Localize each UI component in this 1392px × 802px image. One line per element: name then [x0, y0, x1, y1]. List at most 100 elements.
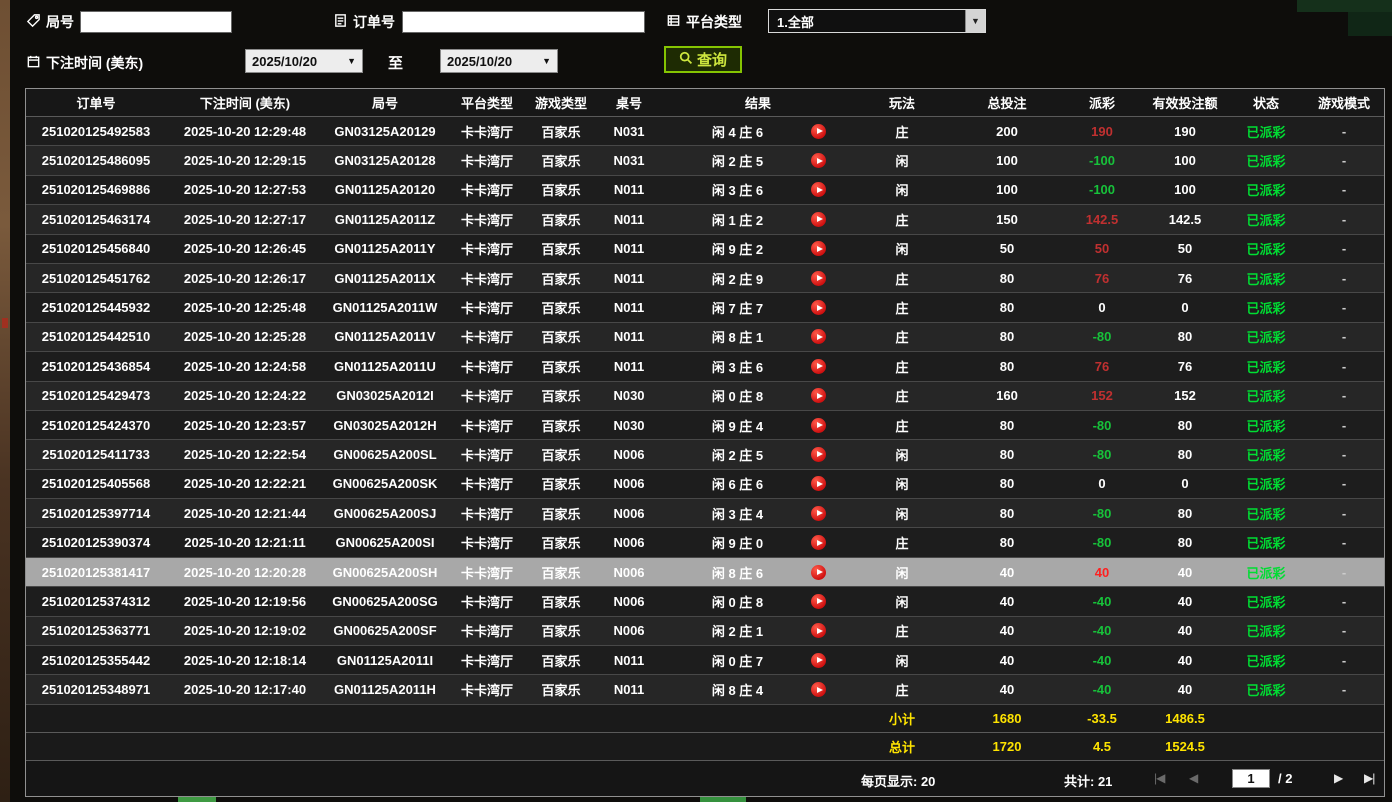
cell-total-bet: 200 — [996, 123, 1018, 139]
table-row[interactable]: 251020125390374 2025-10-20 12:21:11 GN00… — [26, 528, 1384, 558]
table-row[interactable]: 251020125411733 2025-10-20 12:22:54 GN00… — [26, 440, 1384, 470]
table-row[interactable]: 251020125348971 2025-10-20 12:17:40 GN01… — [26, 675, 1384, 705]
cell-valid-bet: 76 — [1177, 358, 1193, 374]
table-row[interactable]: 251020125436854 2025-10-20 12:24:58 GN01… — [26, 352, 1384, 382]
play-icon[interactable] — [811, 182, 826, 198]
platform-type-select[interactable]: 1.全部 ▼ — [768, 9, 986, 33]
cell-platform-type: 卡卡湾厅 — [460, 653, 513, 669]
cell-bet-time: 2025-10-20 12:22:21 — [183, 476, 307, 492]
play-icon[interactable] — [811, 388, 826, 404]
cell-payout: -80 — [1092, 446, 1112, 462]
table-row[interactable]: 251020125363771 2025-10-20 12:19:02 GN00… — [26, 616, 1384, 647]
cell-bet-time: 2025-10-20 12:26:45 — [183, 241, 307, 257]
cell-round-number: GN01125A2011U — [334, 358, 436, 374]
cell-game-mode: - — [1341, 417, 1347, 433]
play-icon[interactable] — [811, 476, 826, 492]
cell-result: 闲 6 庄 6 — [664, 474, 852, 493]
play-icon[interactable] — [811, 652, 826, 668]
cell-order-number: 251020125456840 — [41, 241, 151, 257]
play-icon[interactable] — [811, 241, 826, 257]
column-header-status: 状态 — [1252, 96, 1279, 111]
cell-status: 已派彩 — [1246, 330, 1286, 346]
play-icon[interactable] — [811, 270, 826, 286]
cell-status: 已派彩 — [1246, 477, 1286, 493]
cell-total-bet: 80 — [999, 300, 1015, 316]
table-body: 251020125492583 2025-10-20 12:29:48 GN03… — [26, 117, 1384, 705]
play-icon[interactable] — [811, 300, 826, 316]
cell-table-number: N006 — [613, 535, 645, 551]
play-icon[interactable] — [811, 417, 826, 433]
document-icon — [333, 13, 348, 31]
play-icon[interactable] — [811, 446, 826, 462]
cell-table-number: N011 — [613, 211, 645, 227]
cell-table-number: N031 — [613, 153, 645, 169]
play-icon[interactable] — [811, 535, 826, 551]
column-header-round: 局号 — [371, 96, 398, 111]
chevron-down-icon[interactable]: ▼ — [965, 10, 985, 32]
table-row[interactable]: 251020125492583 2025-10-20 12:29:48 GN03… — [26, 117, 1384, 147]
table-row[interactable]: 251020125424370 2025-10-20 12:23:57 GN03… — [26, 410, 1384, 441]
cell-payout: -80 — [1092, 329, 1112, 345]
play-icon[interactable] — [811, 593, 826, 609]
table-row[interactable]: 251020125486095 2025-10-20 12:29:15 GN03… — [26, 146, 1384, 176]
table-row[interactable]: 251020125456840 2025-10-20 12:26:45 GN01… — [26, 234, 1384, 264]
cell-round-number: GN01125A2011Y — [334, 241, 436, 257]
table-row[interactable]: 251020125429473 2025-10-20 12:24:22 GN03… — [26, 381, 1384, 411]
cell-platform-type: 卡卡湾厅 — [460, 536, 513, 552]
page-number-input[interactable] — [1232, 768, 1270, 788]
table-row[interactable]: 251020125442510 2025-10-20 12:25:28 GN01… — [26, 322, 1384, 353]
caret-down-icon: ▼ — [347, 56, 356, 66]
cell-result: 闲 0 庄 8 — [664, 592, 852, 611]
table-row[interactable]: 251020125451762 2025-10-20 12:26:17 GN01… — [26, 263, 1384, 294]
first-page-button[interactable]: |◀ — [1154, 771, 1165, 785]
table-row[interactable]: 251020125405568 2025-10-20 12:22:21 GN00… — [26, 469, 1384, 500]
play-icon[interactable] — [811, 123, 826, 139]
play-icon[interactable] — [811, 505, 826, 521]
cell-game-mode: - — [1341, 682, 1347, 698]
table-row[interactable]: 251020125355442 2025-10-20 12:18:14 GN01… — [26, 646, 1384, 676]
cell-game-type: 百家乐 — [541, 271, 581, 287]
query-button[interactable]: 查询 — [664, 46, 742, 73]
result-text: 闲 2 庄 5 — [711, 154, 764, 170]
date-from-picker[interactable]: 2025/10/20 ▼ — [245, 49, 363, 73]
cell-game-type: 百家乐 — [541, 301, 581, 317]
table-row[interactable]: 251020125374312 2025-10-20 12:19:56 GN00… — [26, 587, 1384, 617]
table-row[interactable]: 251020125469886 2025-10-20 12:27:53 GN01… — [26, 175, 1384, 206]
cell-play-type: 闲 — [895, 506, 909, 522]
cell-valid-bet: 76 — [1177, 270, 1193, 286]
result-text: 闲 2 庄 5 — [711, 447, 764, 463]
cell-game-type: 百家乐 — [541, 477, 581, 493]
cell-round-number: GN01125A20120 — [334, 182, 436, 198]
table-row[interactable]: 251020125381417 2025-10-20 12:20:28 GN00… — [26, 557, 1384, 588]
table-row[interactable]: 251020125463174 2025-10-20 12:27:17 GN01… — [26, 205, 1384, 235]
cell-round-number: GN00625A200SL — [333, 446, 437, 462]
cell-order-number: 251020125436854 — [41, 358, 151, 374]
play-icon[interactable] — [811, 153, 826, 169]
prev-page-button[interactable]: ◀ — [1189, 771, 1198, 785]
cell-bet-time: 2025-10-20 12:25:28 — [183, 329, 307, 345]
cell-game-mode: - — [1341, 652, 1347, 668]
play-icon[interactable] — [811, 329, 826, 345]
date-to-picker[interactable]: 2025/10/20 ▼ — [440, 49, 558, 73]
next-page-button[interactable]: ▶ — [1334, 771, 1343, 785]
play-icon[interactable] — [811, 564, 826, 580]
last-page-button[interactable]: ▶| — [1364, 771, 1375, 785]
cell-total-bet: 40 — [999, 682, 1015, 698]
play-icon[interactable] — [811, 682, 826, 698]
table-row[interactable]: 251020125445932 2025-10-20 12:25:48 GN01… — [26, 293, 1384, 323]
cell-game-mode: - — [1341, 564, 1347, 580]
play-icon[interactable] — [811, 358, 826, 374]
bet-history-screen: 局号 订单号 平台类型 1.全部 ▼ 下注时间 (美东) 2025/10/20 … — [0, 0, 1392, 802]
order-number-input[interactable] — [402, 11, 645, 33]
round-number-input[interactable] — [80, 11, 232, 33]
cell-total-bet: 80 — [999, 446, 1015, 462]
table-row[interactable]: 251020125397714 2025-10-20 12:21:44 GN00… — [26, 499, 1384, 529]
play-icon[interactable] — [811, 623, 826, 639]
cell-payout: -40 — [1092, 682, 1112, 698]
cell-table-number: N031 — [613, 123, 645, 139]
cell-payout: -80 — [1092, 417, 1112, 433]
cell-status: 已派彩 — [1246, 624, 1286, 640]
play-icon[interactable] — [811, 211, 826, 227]
cell-result: 闲 9 庄 2 — [664, 239, 852, 258]
cell-platform-type: 卡卡湾厅 — [460, 389, 513, 405]
